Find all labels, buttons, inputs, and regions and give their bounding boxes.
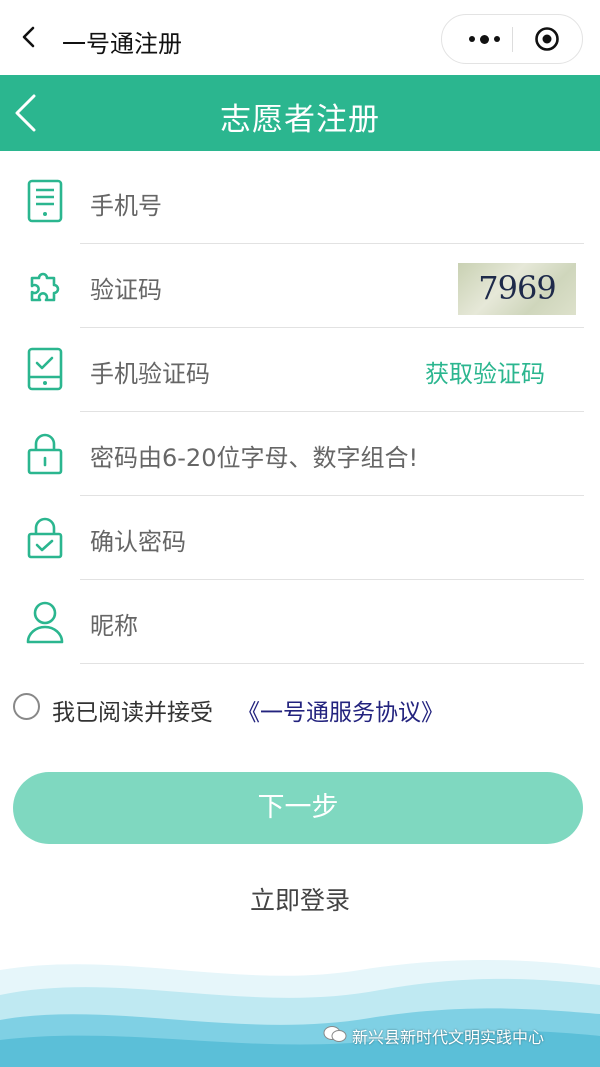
agreement-radio[interactable]	[13, 693, 40, 720]
page-title: 志愿者注册	[220, 102, 380, 138]
phone-input[interactable]: 手机号	[90, 186, 162, 221]
sms-code-field[interactable]: 手机验证码 获取验证码	[0, 328, 600, 412]
puzzle-icon	[30, 272, 60, 302]
password-input[interactable]: 密码由6-20位字母、数字组合!	[90, 438, 418, 473]
watermark-text: 新兴县新时代文明实践中心	[352, 1028, 545, 1047]
get-code-button[interactable]: 获取验证码	[425, 354, 545, 389]
capsule-menu	[441, 14, 583, 64]
user-icon	[26, 601, 64, 644]
mini-program-title: 一号通注册	[62, 30, 182, 58]
captcha-code: 7969	[478, 269, 556, 307]
nickname-field[interactable]: 昵称	[0, 580, 600, 664]
login-link[interactable]: 立即登录	[0, 881, 600, 917]
next-button[interactable]: 下一步	[13, 772, 583, 844]
captcha-field[interactable]: 验证码 7969	[0, 244, 600, 328]
more-options-icon[interactable]	[460, 15, 508, 63]
agreement-row: 我已阅读并接受 《一号通服务协议》	[0, 687, 600, 727]
captcha-image[interactable]: 7969	[458, 263, 576, 315]
agreement-text: 我已阅读并接受	[52, 700, 213, 726]
capsule-divider	[512, 27, 513, 52]
back-chevron-icon[interactable]	[18, 26, 40, 48]
phone-check-icon	[27, 347, 63, 391]
confirm-password-input[interactable]: 确认密码	[90, 522, 186, 557]
mobile-phone-icon	[27, 179, 63, 223]
divider	[80, 663, 584, 664]
nickname-input[interactable]: 昵称	[90, 606, 138, 641]
mini-program-navbar: 一号通注册	[0, 0, 600, 75]
lock-icon	[27, 433, 63, 475]
captcha-input[interactable]: 验证码	[90, 270, 162, 305]
confirm-password-field[interactable]: 确认密码	[0, 496, 600, 580]
sms-code-input[interactable]: 手机验证码	[90, 354, 210, 389]
lock-check-icon	[27, 517, 63, 559]
close-mini-program-icon[interactable]	[534, 26, 560, 52]
wechat-icon	[323, 1026, 347, 1042]
password-field[interactable]: 密码由6-20位字母、数字组合!	[0, 412, 600, 496]
agreement-link[interactable]: 《一号通服务协议》	[237, 693, 444, 727]
phone-field[interactable]: 手机号	[0, 160, 600, 244]
page-header: 志愿者注册	[0, 75, 600, 151]
